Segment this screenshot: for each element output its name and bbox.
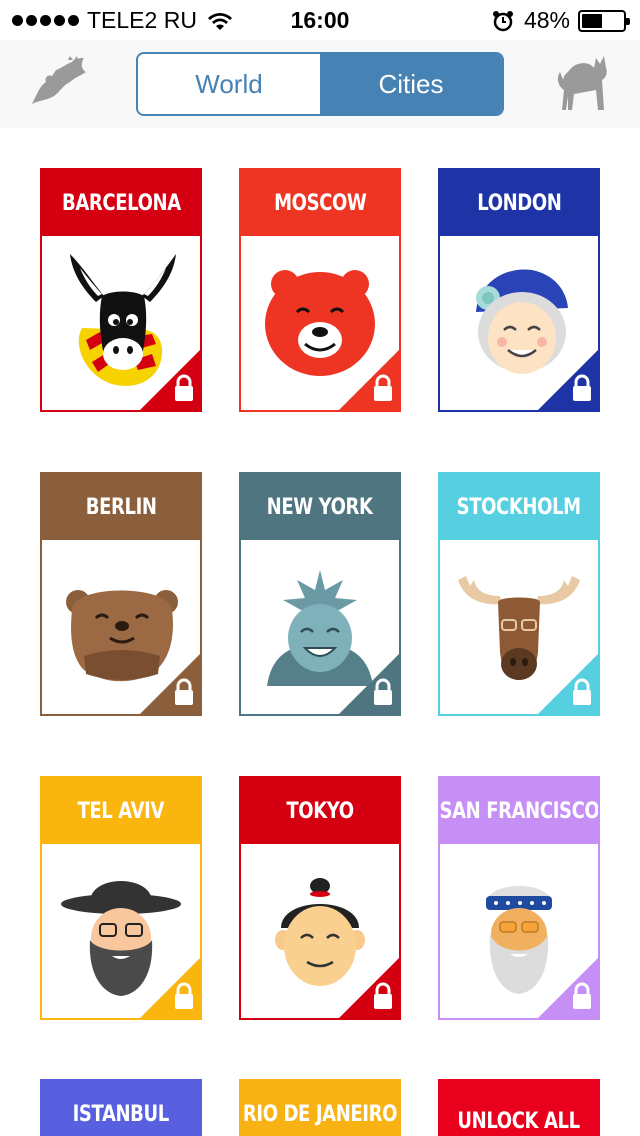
city-card-istanbul[interactable]: ISTANBUL	[40, 1079, 202, 1136]
city-name: NEW YORK	[267, 494, 373, 520]
unlock-all-label: UNLOCK ALL	[457, 1109, 581, 1134]
city-name: RIO DE JANEIRO	[242, 1101, 398, 1127]
card-header: STOCKHOLM	[440, 474, 598, 540]
city-card-rio-de-janeiro[interactable]: RIO DE JANEIRO	[239, 1079, 401, 1136]
alarm-clock-icon	[492, 10, 513, 31]
city-card-san-francisco[interactable]: SAN FRANCISCO	[438, 776, 600, 1020]
card-header: UNLOCK ALL	[440, 1081, 598, 1136]
lock-icon	[140, 350, 200, 410]
navigation-bar: World Cities	[0, 40, 640, 128]
city-name: ISTANBUL	[72, 1101, 170, 1127]
card-header: TOKYO	[241, 778, 399, 844]
card-header: BARCELONA	[42, 170, 200, 236]
lock-icon	[140, 654, 200, 714]
card-header: TEL AVIV	[42, 778, 200, 844]
status-bar-right: 48%	[492, 7, 630, 34]
tab-world[interactable]: World	[138, 54, 320, 114]
lock-icon	[140, 958, 200, 1018]
lock-icon	[339, 654, 399, 714]
city-card-new-york[interactable]: NEW YORK	[239, 472, 401, 716]
city-card-tel-aviv[interactable]: TEL AVIV	[40, 776, 202, 1020]
unlock-all-cities-button[interactable]: UNLOCK ALL	[438, 1079, 600, 1136]
card-header: BERLIN	[42, 474, 200, 540]
city-card-barcelona[interactable]: BARCELONA	[40, 168, 202, 412]
city-card-tokyo[interactable]: TOKYO	[239, 776, 401, 1020]
city-card-stockholm[interactable]: STOCKHOLM	[438, 472, 600, 716]
status-bar: TELE2 RU 16:00 48%	[0, 0, 640, 40]
cat-icon[interactable]	[554, 50, 612, 112]
lock-icon	[538, 958, 598, 1018]
lock-icon	[339, 958, 399, 1018]
city-card-moscow[interactable]: MOSCOW	[239, 168, 401, 412]
city-name: STOCKHOLM	[456, 494, 582, 520]
city-name: LONDON	[476, 190, 562, 216]
city-card-berlin[interactable]: BERLIN	[40, 472, 202, 716]
card-header: NEW YORK	[241, 474, 399, 540]
battery-icon	[578, 9, 630, 32]
battery-percent: 48%	[523, 7, 570, 33]
card-header: RIO DE JANEIRO	[241, 1081, 399, 1136]
card-header: SAN FRANCISCO	[440, 778, 598, 844]
lock-icon	[538, 350, 598, 410]
bat-icon[interactable]	[28, 56, 90, 106]
city-name: BERLIN	[85, 494, 157, 520]
city-card-london[interactable]: LONDON	[438, 168, 600, 412]
card-header: ISTANBUL	[42, 1081, 200, 1136]
tab-cities[interactable]: Cities	[320, 54, 502, 114]
city-name: TEL AVIV	[77, 798, 165, 824]
card-header: LONDON	[440, 170, 598, 236]
city-name: MOSCOW	[273, 190, 367, 216]
lock-icon	[538, 654, 598, 714]
card-header: MOSCOW	[241, 170, 399, 236]
world-cities-segmented-control: World Cities	[136, 52, 504, 116]
city-name: BARCELONA	[61, 190, 181, 216]
lock-icon	[339, 350, 399, 410]
city-name: SAN FRANCISCO	[439, 798, 599, 824]
city-name: TOKYO	[286, 798, 354, 824]
